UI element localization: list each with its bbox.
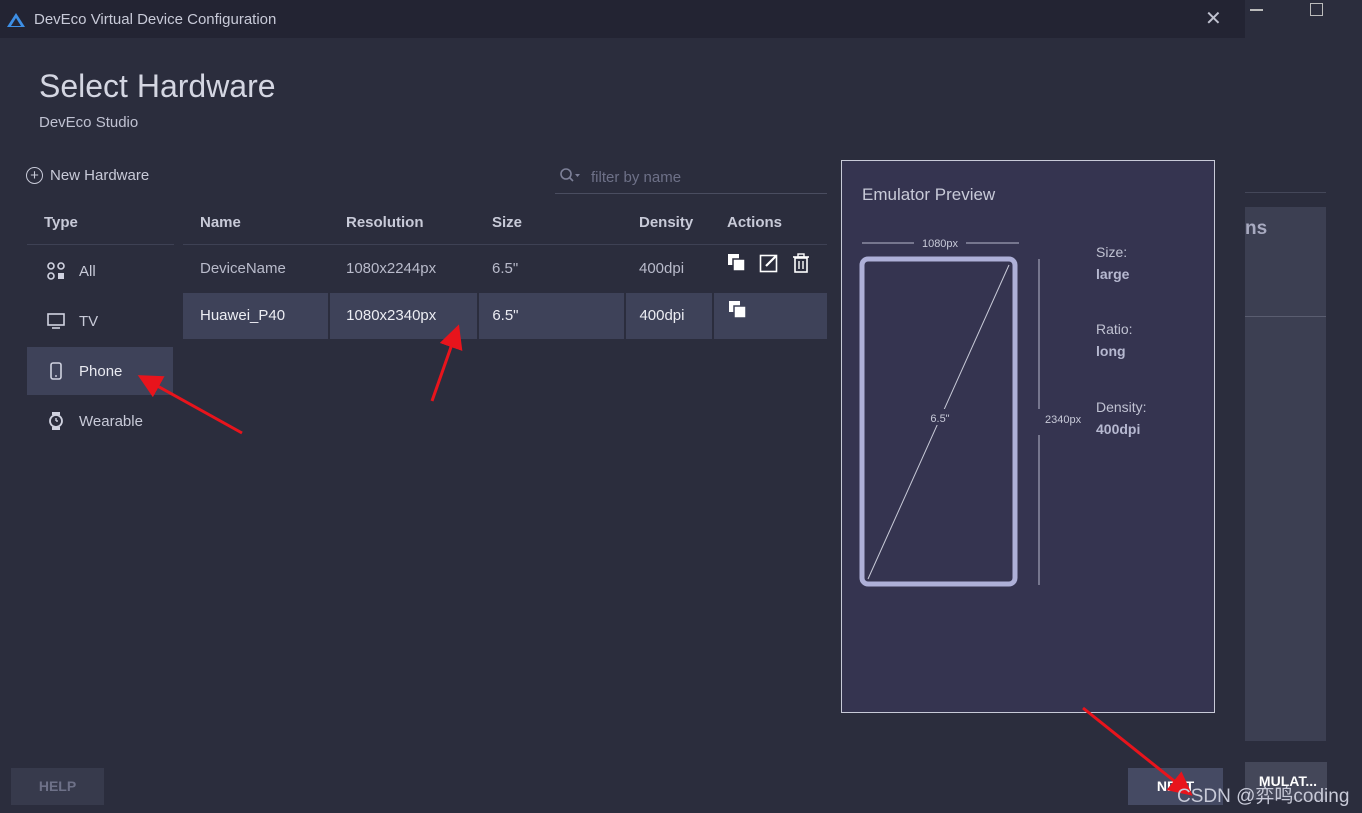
type-item-label: Wearable bbox=[79, 412, 143, 430]
spec-ratio: Ratio: long bbox=[1096, 321, 1133, 359]
watch-icon bbox=[47, 412, 65, 430]
cell-actions bbox=[714, 293, 827, 339]
cell-resolution: 1080x2340px bbox=[330, 293, 478, 339]
type-item-wearable[interactable]: Wearable bbox=[27, 397, 173, 445]
background-heading-fragment: ns bbox=[1245, 218, 1268, 239]
close-icon[interactable]: ✕ bbox=[1205, 9, 1222, 29]
column-header-size[interactable]: Size bbox=[479, 205, 626, 244]
grid-icon bbox=[47, 262, 65, 280]
spec-value: 400dpi bbox=[1096, 421, 1141, 437]
device-diagram: 1080px 2340px 6.5" bbox=[859, 238, 1082, 587]
cell-density: 400dpi bbox=[626, 293, 713, 339]
spec-size: Size: large bbox=[1096, 244, 1129, 282]
page-subtitle: DevEco Studio bbox=[39, 114, 139, 131]
type-item-tv[interactable]: TV bbox=[27, 297, 173, 345]
diagonal-label: 6.5" bbox=[930, 413, 949, 425]
filter-input[interactable]: filter by name bbox=[555, 162, 827, 194]
virtual-device-dialog: DevEco Virtual Device Configuration ✕ Se… bbox=[0, 0, 1245, 813]
column-header-density[interactable]: Density bbox=[626, 205, 713, 244]
background-divider bbox=[1245, 192, 1326, 193]
search-icon bbox=[559, 167, 581, 188]
delete-icon[interactable] bbox=[791, 246, 811, 292]
type-list: Type All TV Phone Wearable bbox=[27, 205, 174, 445]
column-header-resolution[interactable]: Resolution bbox=[330, 205, 479, 244]
maximize-icon[interactable] bbox=[1310, 3, 1323, 16]
copy-icon[interactable] bbox=[728, 293, 748, 339]
spec-value: long bbox=[1096, 343, 1126, 359]
column-header-actions: Actions bbox=[727, 214, 783, 231]
type-column-header: Type bbox=[27, 205, 174, 245]
type-item-phone[interactable]: Phone bbox=[27, 347, 173, 395]
cell-name: DeviceName bbox=[200, 260, 286, 277]
deveco-logo-icon bbox=[6, 12, 26, 33]
width-label: 1080px bbox=[922, 238, 959, 250]
column-header-name[interactable]: Name bbox=[183, 205, 330, 244]
spec-density: Density: 400dpi bbox=[1096, 399, 1147, 437]
new-hardware-label: New Hardware bbox=[50, 167, 150, 184]
type-item-label: Phone bbox=[79, 362, 123, 380]
cell-density: 400dpi bbox=[639, 260, 685, 277]
page-title: Select Hardware bbox=[39, 68, 276, 104]
table-row[interactable]: DeviceName 1080x2244px 6.5" 400dpi bbox=[183, 246, 827, 292]
title-bar: DevEco Virtual Device Configuration ✕ bbox=[0, 0, 1245, 38]
type-item-all[interactable]: All bbox=[27, 247, 173, 295]
hardware-table: Name Resolution Size Density Actions Dev… bbox=[183, 205, 827, 339]
emulator-preview-panel: Emulator Preview 1080px 2340px 6.5" Size… bbox=[841, 160, 1215, 713]
help-button[interactable]: HELP bbox=[11, 768, 104, 805]
new-hardware-button[interactable]: + New Hardware bbox=[26, 167, 149, 184]
table-header: Name Resolution Size Density Actions bbox=[183, 205, 827, 245]
phone-icon bbox=[47, 362, 65, 380]
tv-icon bbox=[47, 312, 65, 330]
edit-icon[interactable] bbox=[759, 246, 779, 292]
watermark: CSDN @弈鸣coding bbox=[1177, 786, 1350, 807]
background-panel bbox=[1245, 207, 1326, 741]
type-item-label: TV bbox=[79, 312, 99, 330]
spec-label: Ratio: bbox=[1096, 321, 1133, 337]
filter-placeholder: filter by name bbox=[591, 169, 682, 186]
cell-size: 6.5" bbox=[479, 293, 625, 339]
height-label: 2340px bbox=[1045, 414, 1082, 426]
copy-icon[interactable] bbox=[727, 246, 747, 292]
minimize-icon[interactable] bbox=[1250, 9, 1263, 11]
cell-size: 6.5" bbox=[492, 260, 519, 277]
window-title: DevEco Virtual Device Configuration bbox=[34, 11, 277, 28]
type-item-label: All bbox=[79, 262, 96, 280]
background-panel-divider bbox=[1245, 316, 1326, 317]
table-row[interactable]: Huawei_P40 1080x2340px 6.5" 400dpi bbox=[183, 293, 827, 339]
spec-label: Density: bbox=[1096, 399, 1147, 415]
spec-label: Size: bbox=[1096, 244, 1128, 260]
cell-resolution: 1080x2244px bbox=[346, 260, 437, 277]
plus-circle-icon: + bbox=[26, 167, 43, 184]
cell-actions bbox=[713, 246, 827, 292]
spec-value: large bbox=[1096, 266, 1130, 282]
cell-name: Huawei_P40 bbox=[183, 293, 329, 339]
